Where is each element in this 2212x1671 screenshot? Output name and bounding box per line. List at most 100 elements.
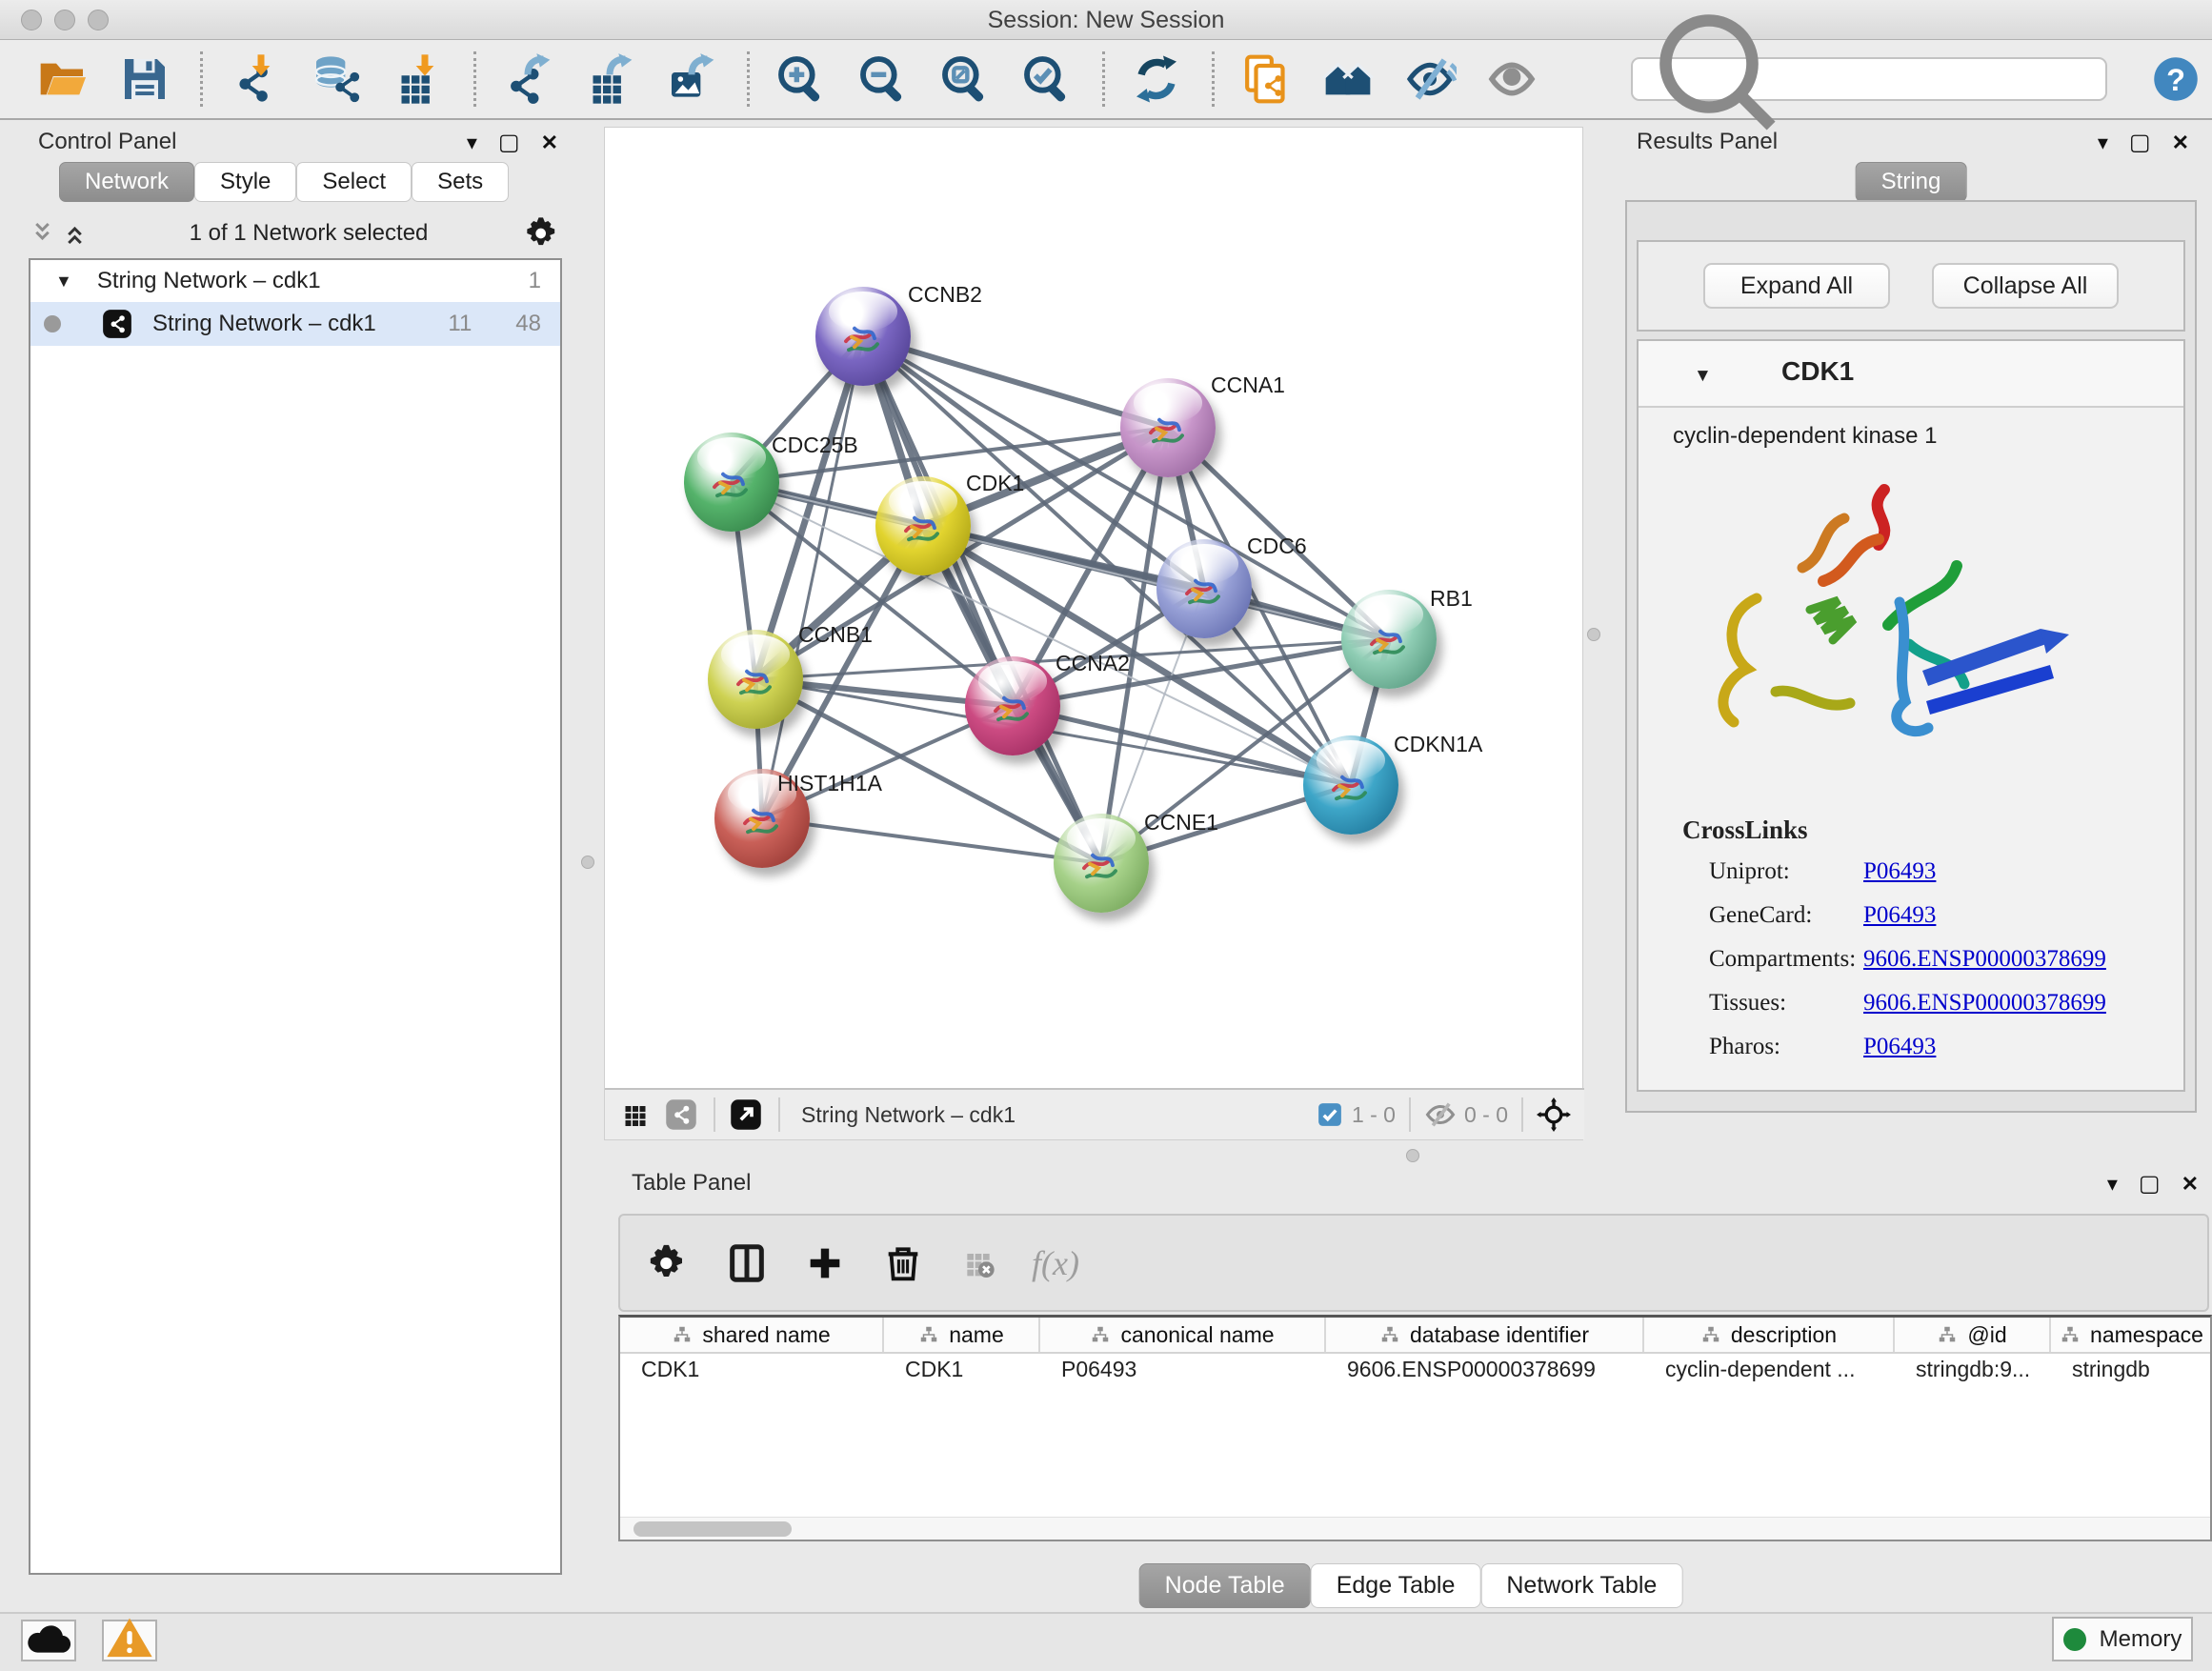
- hidden-eye-icon[interactable]: [1424, 1098, 1457, 1131]
- table-cell[interactable]: stringdb: [2051, 1354, 2212, 1388]
- crosslink-link[interactable]: P06493: [1863, 902, 1936, 929]
- horizontal-splitter-handle[interactable]: [1406, 1149, 1419, 1162]
- right-splitter-handle[interactable]: [1587, 628, 1600, 641]
- hide-panel-icon[interactable]: [1403, 52, 1457, 106]
- table-horizontal-scrollbar[interactable]: [620, 1517, 2210, 1540]
- collapse-all-icon[interactable]: [29, 219, 61, 248]
- gene-disclosure-icon[interactable]: ▼: [1694, 366, 1712, 387]
- table-row[interactable]: CDK1CDK1P064939606.ENSP00000378699cyclin…: [620, 1354, 2210, 1388]
- network-node-CCNE1[interactable]: [1054, 814, 1149, 913]
- tab-select[interactable]: Select: [296, 162, 412, 202]
- network-node-RB1[interactable]: [1341, 590, 1437, 689]
- refresh-icon[interactable]: [1130, 52, 1183, 106]
- network-node-CDC6[interactable]: [1156, 539, 1252, 638]
- panel-close-icon[interactable]: ✕: [2172, 132, 2189, 153]
- network-node-CCNA2[interactable]: [965, 656, 1060, 755]
- show-columns-icon[interactable]: [725, 1241, 769, 1285]
- cloud-button[interactable]: [21, 1620, 76, 1661]
- crosslink-link[interactable]: 9606.ENSP00000378699: [1863, 990, 2106, 1017]
- panel-menu-icon[interactable]: ▾: [467, 132, 477, 153]
- panel-close-icon[interactable]: ✕: [541, 132, 558, 153]
- birdseye-grid-icon[interactable]: [618, 1097, 653, 1132]
- left-splitter-handle[interactable]: [581, 856, 594, 869]
- tab-network-table[interactable]: Network Table: [1480, 1563, 1682, 1608]
- zoom-out-icon[interactable]: [856, 52, 910, 106]
- export-table-icon[interactable]: [583, 52, 636, 106]
- panel-close-icon[interactable]: ✕: [2182, 1174, 2199, 1195]
- table-cell[interactable]: CDK1: [620, 1354, 884, 1388]
- scrollbar-thumb[interactable]: [633, 1521, 792, 1537]
- expand-all-icon[interactable]: [61, 219, 93, 248]
- network-node-CDC25B[interactable]: [684, 433, 779, 532]
- table-cell[interactable]: P06493: [1040, 1354, 1326, 1388]
- network-node-CCNB1[interactable]: [708, 630, 803, 729]
- network-edge[interactable]: [863, 336, 1101, 863]
- crosslink-link[interactable]: P06493: [1863, 858, 1936, 885]
- panel-menu-icon[interactable]: ▾: [2098, 132, 2108, 153]
- tab-string[interactable]: String: [1856, 162, 1967, 202]
- warnings-button[interactable]: [102, 1620, 157, 1661]
- home-icon[interactable]: [1321, 52, 1375, 106]
- column-header--id[interactable]: @id: [1895, 1318, 2051, 1352]
- network-share-icon[interactable]: [664, 1097, 698, 1132]
- tab-style[interactable]: Style: [194, 162, 296, 202]
- tab-node-table[interactable]: Node Table: [1139, 1563, 1311, 1608]
- help-icon[interactable]: ?: [2151, 54, 2201, 104]
- export-image-icon[interactable]: [665, 52, 718, 106]
- document-share-icon[interactable]: [1239, 52, 1293, 106]
- network-node-CCNB2[interactable]: [815, 287, 911, 386]
- panel-menu-icon[interactable]: ▾: [2107, 1174, 2118, 1195]
- table-cell[interactable]: 9606.ENSP00000378699: [1326, 1354, 1644, 1388]
- import-database-icon[interactable]: [310, 52, 363, 106]
- table-cell[interactable]: stringdb:9...: [1895, 1354, 2051, 1388]
- column-header-namespace[interactable]: namespace: [2051, 1318, 2212, 1352]
- open-in-window-icon[interactable]: [729, 1097, 763, 1132]
- network-node-CDKN1A[interactable]: [1303, 735, 1398, 835]
- panel-float-icon[interactable]: ▢: [2139, 1173, 2161, 1196]
- tab-network[interactable]: Network: [59, 162, 194, 202]
- selected-checkbox-icon[interactable]: [1316, 1100, 1344, 1129]
- network-row[interactable]: String Network – cdk1 11 48: [30, 302, 560, 346]
- column-sort-icon: [1937, 1324, 1958, 1345]
- search-input[interactable]: [1810, 66, 2105, 92]
- tab-sets[interactable]: Sets: [412, 162, 509, 202]
- zoom-selected-icon[interactable]: [1020, 52, 1074, 106]
- panel-float-icon[interactable]: ▢: [2129, 131, 2151, 154]
- crosslink-link[interactable]: 9606.ENSP00000378699: [1863, 946, 2106, 973]
- folder-open-icon[interactable]: [36, 52, 90, 106]
- column-header-shared-name[interactable]: shared name: [620, 1318, 884, 1352]
- table-options-gear-icon[interactable]: [647, 1241, 691, 1285]
- zoom-fit-icon[interactable]: [938, 52, 992, 106]
- table-cell[interactable]: CDK1: [884, 1354, 1040, 1388]
- network-edge[interactable]: [762, 818, 1101, 863]
- expand-all-button[interactable]: Expand All: [1703, 263, 1890, 309]
- import-network-icon[interactable]: [228, 52, 281, 106]
- save-icon[interactable]: [118, 52, 171, 106]
- network-options-gear-icon[interactable]: [524, 214, 562, 252]
- table-cell[interactable]: cyclin-dependent ...: [1644, 1354, 1895, 1388]
- network-collection-row[interactable]: ▼ String Network – cdk1 1: [30, 260, 560, 302]
- export-network-icon[interactable]: [501, 52, 554, 106]
- column-header-name[interactable]: name: [884, 1318, 1040, 1352]
- gene-header[interactable]: ▼ CDK1: [1639, 341, 2183, 408]
- network-node-CCNA1[interactable]: [1120, 378, 1216, 477]
- show-panel-icon[interactable]: [1485, 52, 1538, 106]
- panel-float-icon[interactable]: ▢: [498, 131, 520, 154]
- collection-disclosure-icon[interactable]: ▼: [55, 272, 72, 292]
- create-column-icon[interactable]: [803, 1241, 847, 1285]
- column-header-canonical-name[interactable]: canonical name: [1040, 1318, 1326, 1352]
- memory-button[interactable]: Memory: [2052, 1617, 2193, 1661]
- collapse-all-button[interactable]: Collapse All: [1932, 263, 2119, 309]
- zoom-in-icon[interactable]: [774, 52, 828, 106]
- column-label: namespace: [2090, 1322, 2203, 1348]
- tab-edge-table[interactable]: Edge Table: [1311, 1563, 1481, 1608]
- network-canvas[interactable]: CCNB2 CCNA1 CDC25B CDK1 CDC6 RB1 CCNB1 C…: [605, 128, 1584, 1090]
- column-header-description[interactable]: description: [1644, 1318, 1895, 1352]
- network-node-CDK1[interactable]: [875, 476, 971, 575]
- crosslink-link[interactable]: P06493: [1863, 1034, 1936, 1060]
- column-header-database-identifier[interactable]: database identifier: [1326, 1318, 1644, 1352]
- import-table-icon[interactable]: [392, 52, 445, 106]
- network-edge[interactable]: [762, 336, 863, 818]
- delete-column-icon[interactable]: [881, 1241, 925, 1285]
- fit-selected-crosshair-icon[interactable]: [1537, 1097, 1571, 1132]
